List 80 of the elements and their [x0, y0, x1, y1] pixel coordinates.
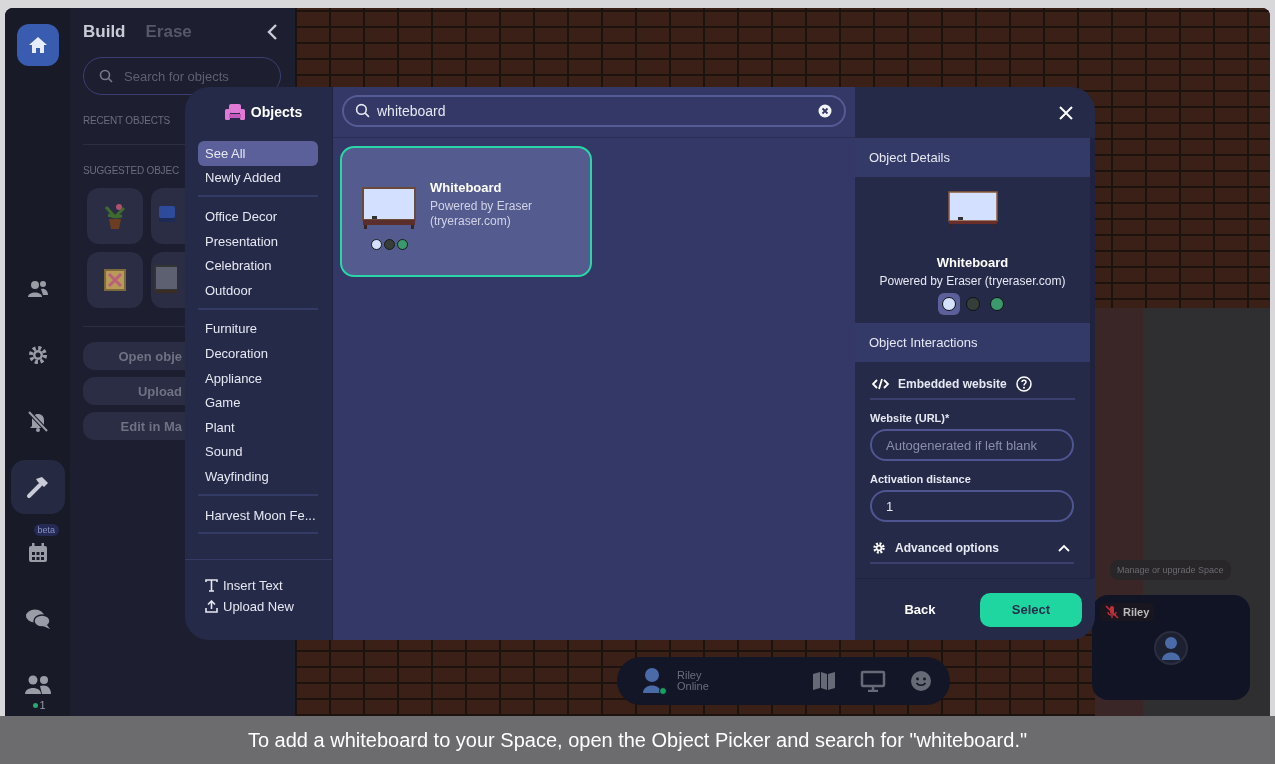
back-button[interactable]: Back [877, 601, 963, 618]
object-name: Whiteboard [936, 255, 1009, 270]
dialog-title: Objects [250, 104, 303, 120]
category-item[interactable]: Outdoor [198, 277, 318, 303]
calendar-icon [26, 542, 49, 564]
category-item[interactable]: Wayfinding [198, 464, 318, 489]
picture-icon [103, 268, 127, 292]
panel-tab[interactable]: Build [83, 22, 126, 42]
category-item[interactable]: Celebration [198, 253, 318, 278]
map-icon[interactable] [812, 671, 836, 691]
gear-icon [26, 344, 49, 366]
object-tile[interactable] [87, 252, 143, 308]
bell-off-icon [25, 409, 50, 433]
user-status: Online [677, 681, 709, 692]
caption: To add a whiteboard to your Space, open the Object Picker and search for "whiteboard." [0, 716, 1275, 764]
field-label: Website (URL)* [870, 412, 951, 424]
object-tile[interactable] [151, 188, 185, 244]
category-item[interactable]: Newly Added [198, 165, 318, 191]
insert-text-button[interactable]: Insert Text [205, 578, 283, 593]
chat-icon [24, 608, 51, 630]
close-icon[interactable] [1059, 105, 1073, 120]
distance-field[interactable]: 1 [870, 490, 1074, 522]
user-name: Riley [677, 670, 702, 681]
whiteboard-icon [947, 191, 998, 229]
advanced-options-toggle[interactable]: Advanced options [870, 538, 1074, 564]
category-item[interactable]: Office Decor [198, 204, 318, 229]
tooltip: Manage or upgrade Space [1110, 560, 1231, 580]
people-icon [23, 675, 52, 695]
chevron-icon [1058, 544, 1070, 552]
select-button[interactable]: Select [980, 592, 1082, 627]
upload-button[interactable]: Upload New [205, 599, 294, 614]
search-field[interactable]: Search for objects [83, 57, 281, 95]
upload-icon [205, 600, 218, 613]
home-button[interactable] [16, 24, 59, 66]
category-item[interactable]: Harvest Moon Fe... [198, 502, 318, 528]
category-item[interactable]: Game [198, 390, 318, 415]
field-label: Activation distance [870, 473, 972, 485]
code-icon [872, 378, 889, 390]
category-item[interactable]: See All [198, 141, 318, 166]
category-item[interactable]: Furniture [198, 316, 318, 342]
section-header: Object Details [855, 138, 1090, 177]
online-count: 1 [32, 699, 46, 711]
plant-icon [102, 201, 128, 231]
people-icon [26, 280, 49, 298]
category-item[interactable]: Plant [198, 414, 318, 440]
section-heading: SUGGESTED OBJEC [83, 165, 179, 176]
category-item[interactable]: Presentation [198, 228, 318, 254]
armchair-icon [224, 103, 245, 121]
whiteboard-icon [362, 187, 416, 229]
name-label: Riley [1100, 603, 1155, 621]
home-icon [27, 36, 48, 54]
chevron-left-icon[interactable] [266, 23, 278, 41]
text-icon [205, 579, 218, 592]
object-card[interactable]: Whiteboard Powered by Eraser (tryeraser.com) [340, 146, 592, 277]
hammer-icon [24, 474, 51, 500]
help-icon[interactable] [1015, 376, 1032, 392]
search-icon [355, 103, 370, 118]
beta-badge: beta [33, 524, 60, 536]
calendar-button[interactable]: beta [10, 526, 65, 580]
people-button[interactable]: 1 [10, 658, 65, 712]
object-subtitle: Powered by Eraser (tryeraser.com) [879, 274, 1066, 288]
section-heading: RECENT OBJECTS [83, 115, 171, 126]
section-header: Object Interactions [855, 323, 1090, 362]
object-tile[interactable] [87, 188, 143, 244]
smiley-icon[interactable] [910, 670, 932, 692]
search-icon [99, 69, 113, 83]
search-field[interactable]: whiteboard [342, 95, 846, 127]
person-icon [1160, 636, 1182, 660]
gear-icon [872, 541, 886, 555]
hammer-button[interactable] [10, 460, 65, 514]
object-subtitle: Powered by Eraser (tryeraser.com) [430, 199, 534, 229]
interaction-type: Embedded website [898, 377, 1007, 391]
object-tile[interactable] [151, 252, 185, 308]
clear-icon[interactable] [818, 104, 832, 118]
url-field[interactable]: Autogenerated if left blank [870, 429, 1074, 461]
category-item[interactable]: Decoration [198, 341, 318, 366]
object-name: Whiteboard [430, 180, 503, 195]
category-item[interactable]: Sound [198, 439, 318, 465]
monitor-icon[interactable] [860, 670, 886, 692]
category-item[interactable]: Appliance [198, 365, 318, 391]
